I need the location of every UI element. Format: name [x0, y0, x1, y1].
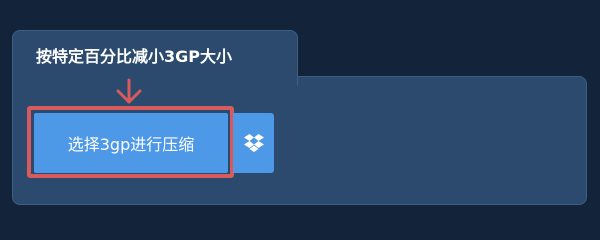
arrow-down-icon [116, 78, 142, 104]
tab-title: 按特定百分比减小3GP大小 [36, 47, 232, 66]
panel-tab: 按特定百分比减小3GP大小 [12, 30, 298, 86]
dropbox-button[interactable] [233, 113, 274, 173]
select-3gp-button[interactable]: 选择3gp进行压缩 [34, 113, 228, 173]
dropbox-icon [243, 134, 264, 152]
